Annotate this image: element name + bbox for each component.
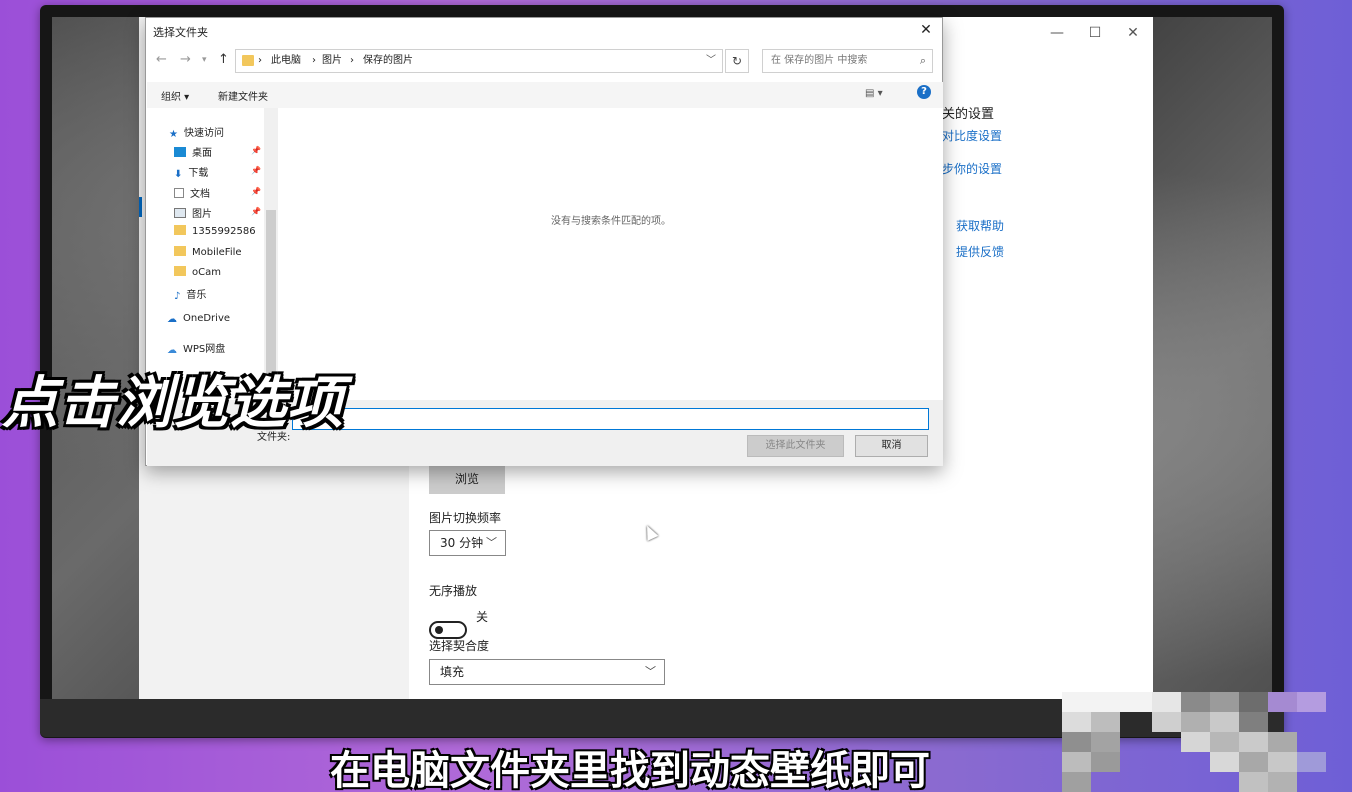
interval-value: 30 分钟 bbox=[440, 536, 484, 550]
download-icon: ⬇ bbox=[174, 169, 183, 180]
pin-icon: 📌 bbox=[251, 166, 261, 175]
minimize-button[interactable]: — bbox=[1037, 23, 1077, 43]
contrast-settings-link[interactable]: 对比度设置 bbox=[942, 127, 1002, 144]
pin-icon: 📌 bbox=[251, 187, 261, 196]
tree-item-label: 快速访问 bbox=[183, 128, 224, 139]
dialog-title: 选择文件夹 bbox=[153, 26, 208, 39]
command-bar: 组织 ▾ 新建文件夹 ▤ ▾ bbox=[147, 82, 943, 108]
tree-item-folder[interactable]: MobileFile bbox=[174, 246, 242, 258]
empty-message: 没有与搜索条件匹配的项。 bbox=[551, 216, 671, 227]
recent-chevron-icon[interactable]: ▾ bbox=[202, 55, 207, 65]
document-icon bbox=[174, 188, 184, 198]
fit-label: 选择契合度 bbox=[429, 639, 490, 653]
cancel-button[interactable]: 取消 bbox=[855, 435, 928, 457]
tree-item-folder[interactable]: 1355992586 bbox=[174, 225, 256, 237]
chevron-down-icon[interactable]: ﹀ bbox=[706, 50, 716, 72]
select-folder-button[interactable]: 选择此文件夹 bbox=[747, 435, 844, 457]
nav-selection-indicator bbox=[139, 197, 142, 217]
pin-icon: 📌 bbox=[251, 146, 261, 155]
interval-select[interactable]: 30 分钟 ﹀ bbox=[429, 530, 506, 556]
folder-name-input[interactable] bbox=[292, 408, 929, 430]
tree-item-pictures[interactable]: 图片 bbox=[174, 205, 212, 220]
breadcrumb-separator: › bbox=[312, 55, 316, 66]
close-icon[interactable]: ✕ bbox=[916, 20, 936, 40]
tree-item-desktop[interactable]: 桌面 bbox=[174, 144, 212, 159]
related-settings-heading: 关的设置 bbox=[942, 107, 995, 122]
tree-item-label: 音乐 bbox=[186, 290, 207, 301]
refresh-icon[interactable]: ↻ bbox=[725, 49, 749, 73]
headline-caption: 点击浏览选项 bbox=[2, 371, 344, 436]
shuffle-state: 关 bbox=[476, 610, 489, 624]
close-window-button[interactable]: ✕ bbox=[1113, 23, 1153, 43]
new-folder-button[interactable]: 新建文件夹 bbox=[218, 88, 268, 103]
tree-item-label: 下载 bbox=[188, 168, 209, 179]
tree-item-documents[interactable]: 文档 bbox=[174, 185, 210, 200]
tree-item-label: oCam bbox=[192, 267, 221, 278]
breadcrumb-separator: › bbox=[258, 55, 262, 66]
fit-value: 填充 bbox=[440, 665, 465, 679]
tree-item-label: OneDrive bbox=[183, 313, 231, 324]
desktop-icon bbox=[174, 147, 186, 157]
chevron-down-icon: ﹀ bbox=[486, 536, 497, 549]
cloud-icon: ☁ bbox=[167, 314, 177, 325]
star-icon: ★ bbox=[169, 129, 178, 140]
subtitle-caption: 在电脑文件夹里找到动态壁纸即可 bbox=[330, 748, 930, 792]
cloud-icon: ☁ bbox=[167, 345, 177, 356]
view-options-icon[interactable]: ▤ ▾ bbox=[865, 88, 883, 99]
address-bar[interactable]: › 此电脑 › 图片 › 保存的图片 ﹀ bbox=[235, 49, 723, 73]
pin-icon: 📌 bbox=[251, 207, 261, 216]
tree-item-label: 文档 bbox=[190, 189, 210, 200]
forward-arrow-icon[interactable]: → bbox=[180, 52, 191, 67]
toggle-knob bbox=[435, 626, 443, 634]
up-arrow-icon[interactable]: ↑ bbox=[218, 52, 229, 67]
shuffle-label: 无序播放 bbox=[429, 584, 478, 598]
breadcrumb-this-pc[interactable]: 此电脑 bbox=[271, 50, 301, 72]
breadcrumb-separator: › bbox=[350, 55, 354, 66]
music-icon: ♪ bbox=[174, 291, 181, 302]
search-input[interactable]: 在 保存的图片 中搜索 ⌕ bbox=[762, 49, 933, 73]
feedback-link[interactable]: 提供反馈 bbox=[956, 243, 1004, 260]
folder-icon bbox=[174, 246, 186, 256]
folder-icon bbox=[174, 266, 186, 276]
interval-label: 图片切换频率 bbox=[429, 511, 502, 525]
tree-item-downloads[interactable]: ⬇ 下载 bbox=[174, 164, 209, 180]
maximize-button[interactable]: ☐ bbox=[1075, 23, 1115, 43]
sync-settings-link[interactable]: 步你的设置 bbox=[942, 160, 1002, 177]
tree-item-label: MobileFile bbox=[192, 247, 242, 258]
back-arrow-icon[interactable]: ← bbox=[156, 52, 167, 67]
tree-item-quick-access[interactable]: ★ 快速访问 bbox=[169, 124, 224, 140]
tree-item-music[interactable]: ♪ 音乐 bbox=[174, 286, 207, 302]
picture-icon bbox=[174, 208, 186, 218]
pixelated-watermark bbox=[1062, 692, 1352, 792]
file-list-pane[interactable]: 没有与搜索条件匹配的项。 bbox=[278, 108, 943, 412]
tree-item-onedrive[interactable]: ☁ OneDrive bbox=[167, 313, 231, 325]
folder-icon bbox=[174, 225, 186, 235]
organize-menu[interactable]: 组织 ▾ bbox=[161, 88, 189, 103]
browse-button[interactable]: 浏览 bbox=[429, 464, 505, 494]
search-icon: ⌕ bbox=[919, 54, 926, 67]
breadcrumb-pictures[interactable]: 图片 bbox=[322, 50, 342, 72]
tree-item-wps[interactable]: ☁ WPS网盘 bbox=[167, 340, 226, 356]
folder-icon bbox=[242, 55, 254, 66]
fit-select[interactable]: 填充 ﹀ bbox=[429, 659, 665, 685]
chevron-down-icon: ﹀ bbox=[645, 665, 656, 678]
tree-item-label: 图片 bbox=[192, 209, 212, 220]
tree-item-label: 桌面 bbox=[192, 148, 212, 159]
get-help-link[interactable]: 获取帮助 bbox=[956, 217, 1004, 234]
breadcrumb-saved-pictures[interactable]: 保存的图片 bbox=[363, 50, 413, 72]
help-icon[interactable]: ? bbox=[917, 85, 931, 99]
tree-item-folder[interactable]: oCam bbox=[174, 266, 221, 278]
search-placeholder: 在 保存的图片 中搜索 bbox=[771, 55, 868, 66]
tree-item-label: WPS网盘 bbox=[183, 344, 226, 355]
tree-item-label: 1355992586 bbox=[192, 226, 256, 237]
